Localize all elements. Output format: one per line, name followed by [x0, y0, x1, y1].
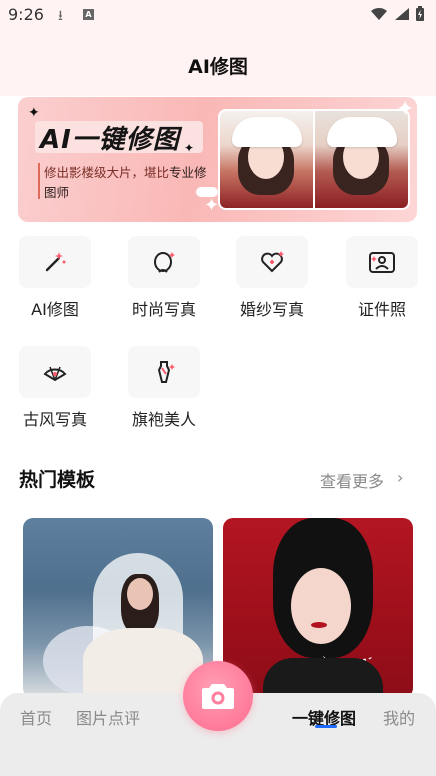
tab-photo-review[interactable]: 图片点评 [76, 705, 140, 729]
chevron-right-icon[interactable]: › [397, 468, 403, 487]
feature-ai-retouch[interactable]: AI修图 [10, 236, 100, 320]
heart-sparkle-icon [236, 236, 308, 288]
magic-wand-icon [19, 236, 91, 288]
subtitle-bar [38, 163, 40, 199]
page-title: AI修图 [188, 56, 248, 78]
folding-fan-icon [19, 346, 91, 398]
notification-a-icon: A [83, 9, 94, 20]
promo-banner[interactable]: ✦ AI一键修图 ✦ 修出影楼级大片，堪比专业修图师 ✦ ✦ [18, 97, 417, 222]
template-card[interactable] [223, 518, 413, 698]
feature-ancient-style[interactable]: 古风写真 [10, 346, 100, 430]
qipao-icon [128, 346, 200, 398]
feature-wedding-portrait[interactable]: 婚纱写真 [227, 236, 317, 320]
signal-icon [395, 8, 409, 20]
feature-label: 婚纱写真 [239, 300, 304, 319]
tab-mine[interactable]: 我的 [383, 705, 415, 729]
feature-label: 证件照 [357, 300, 406, 319]
active-tab-indicator [315, 725, 337, 728]
sparkle-icon: ✦ [28, 105, 40, 121]
tab-home[interactable]: 首页 [20, 705, 52, 729]
camera-button[interactable] [183, 661, 253, 731]
app-header: AI修图 [0, 32, 436, 96]
status-time: 9:26 [8, 5, 44, 24]
camera-icon [202, 684, 234, 709]
sparkle-icon: ✦ [204, 195, 220, 216]
banner-headline: AI一键修图 [40, 125, 180, 155]
template-card[interactable] [23, 518, 213, 698]
sparkle-icon: ✦ [396, 97, 415, 122]
banner-subtitle-part1: 修出影楼级大片，堪比 [44, 165, 170, 180]
sparkle-icon: ✦ [184, 141, 195, 155]
feature-label: 古风写真 [22, 410, 87, 429]
see-more-link[interactable]: 查看更多 [320, 468, 384, 492]
after-photo [315, 111, 408, 208]
face-sparkle-icon [128, 236, 200, 288]
feature-label: 时尚写真 [131, 300, 196, 319]
battery-icon [416, 6, 424, 21]
before-photo [220, 111, 313, 208]
section-title: 热门模板 [19, 469, 96, 491]
feature-id-photo[interactable]: 证件照 [337, 236, 427, 320]
banner-subtitle: 修出影楼级大片，堪比专业修图师 [44, 163, 214, 203]
feature-label: AI修图 [31, 300, 79, 319]
feature-label: 旗袍美人 [131, 410, 196, 429]
download-icon: ⭳ [58, 8, 63, 24]
feature-qipao[interactable]: 旗袍美人 [119, 346, 209, 430]
status-bar: 9:26 ⭳ A [0, 0, 436, 32]
id-photo-icon [346, 236, 418, 288]
wifi-icon [371, 7, 387, 20]
feature-fashion-portrait[interactable]: 时尚写真 [119, 236, 209, 320]
before-after-photos [218, 109, 410, 210]
